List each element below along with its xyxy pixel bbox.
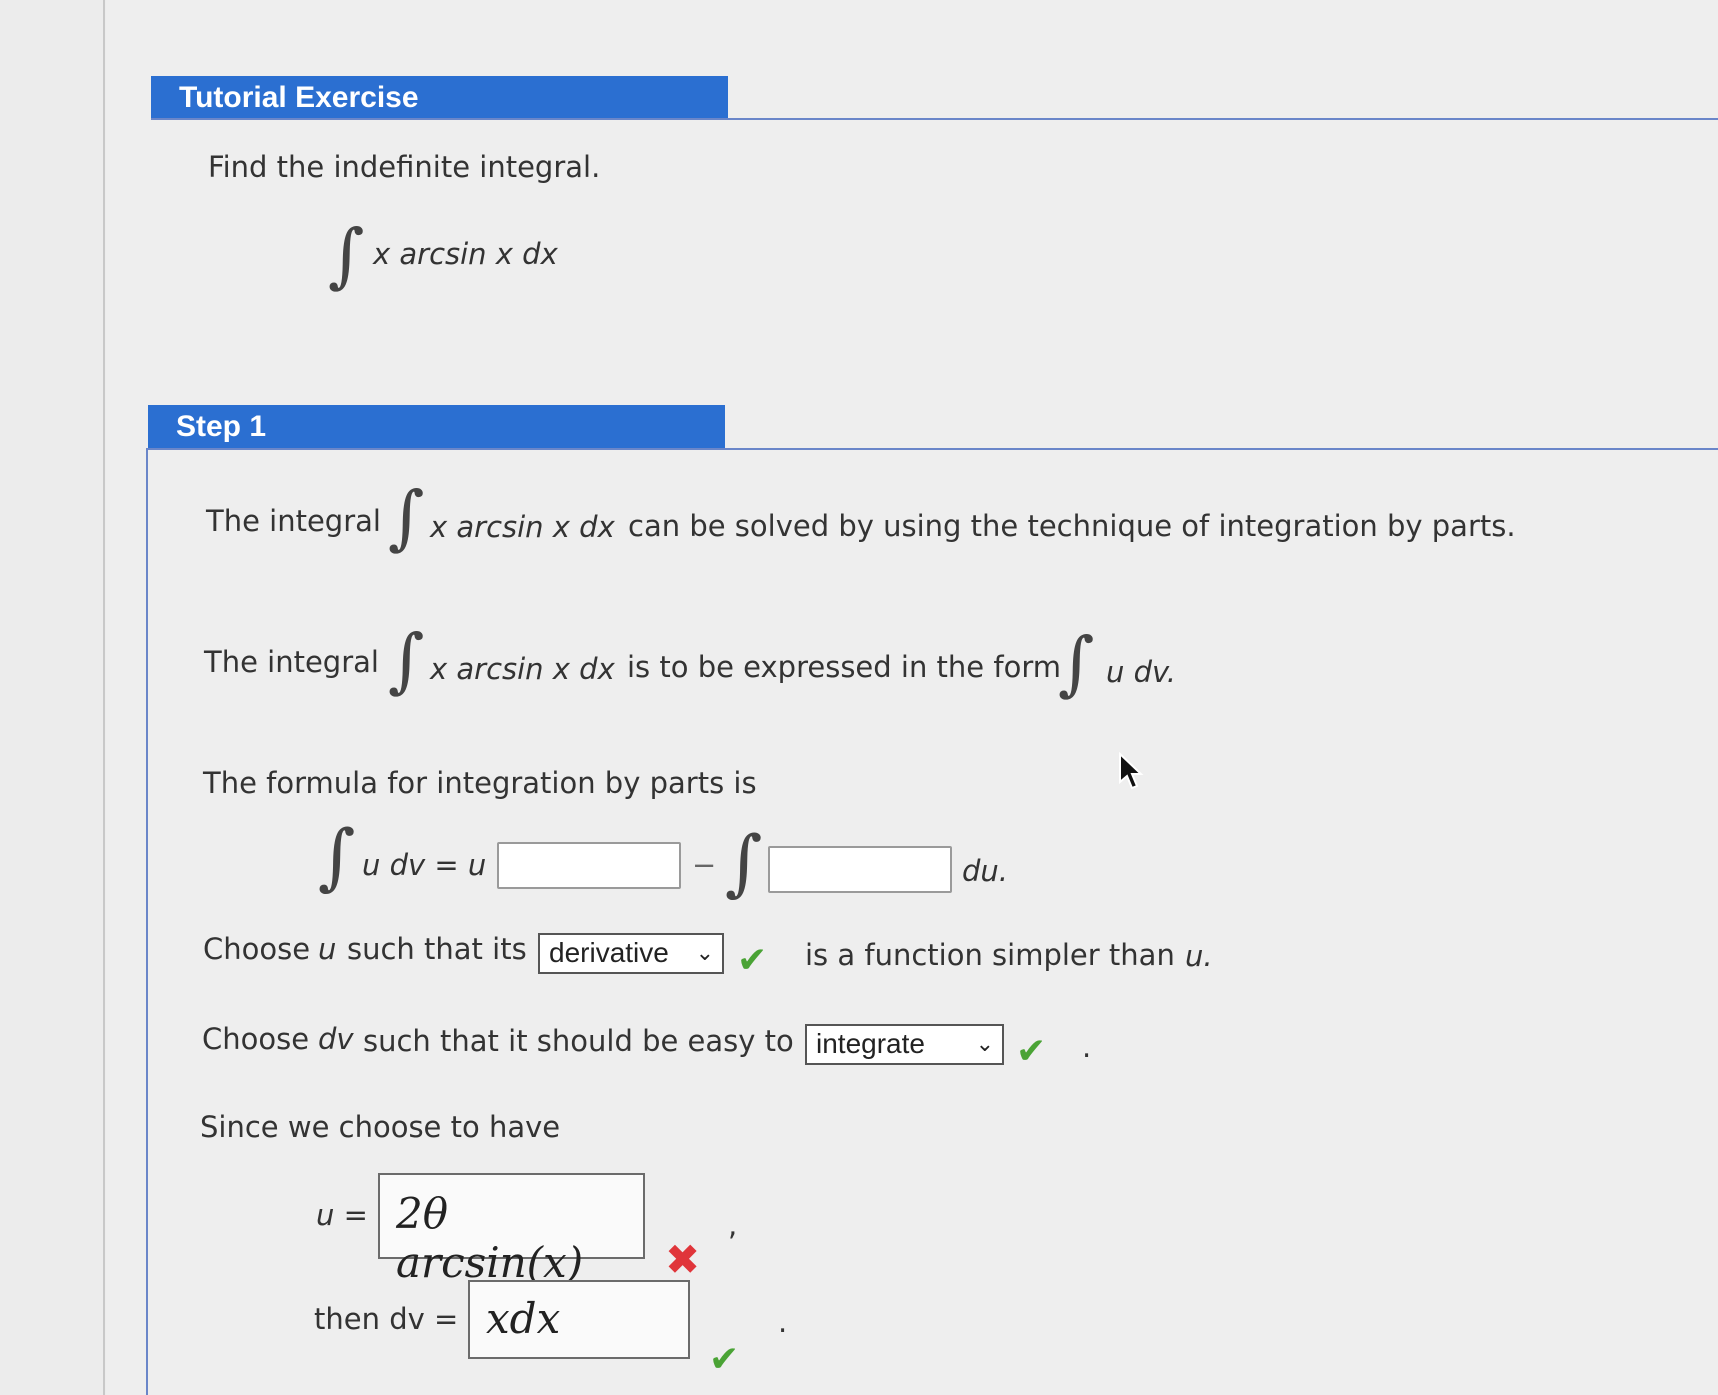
step1-header-rule [148,448,1718,450]
page [106,0,1718,1395]
choose-u-mid: such that its [347,932,527,966]
u-comma: , [728,1208,738,1242]
left-border [103,0,105,1395]
choose-dv-prefix: Choose [202,1022,310,1056]
choose-u-prefix: Choose [203,932,311,966]
choose-u-var: u [318,932,337,966]
tutorial-integrand: x arcsin x dx [373,237,558,271]
integral-sign-icon: ∫ [318,814,356,898]
line1-suffix: can be solved by using the technique of … [628,509,1516,543]
formula-blank-1-input[interactable] [497,842,681,889]
derivative-select-value: derivative [549,937,669,968]
check-icon: ✔ [737,940,768,981]
integrate-select[interactable]: integrate ⌄ [805,1024,1004,1065]
choose-u-end: u. [1185,939,1213,973]
formula-lhs: u dv = u [362,848,487,882]
line1-prefix: The integral [206,504,381,538]
integral-sign-icon: ∫ [725,820,763,904]
since-text: Since we choose to have [200,1110,561,1144]
line1-integrand: x arcsin x dx [430,510,615,544]
u-answer-field[interactable]: 2θ arcsin(x) [378,1173,645,1287]
u-label: u = [316,1198,368,1232]
step1-left-rule [146,448,148,1395]
cursor-arrow-icon [1119,752,1144,790]
choose-dv-mid: such that it should be easy to [363,1024,794,1058]
dv-period: . [778,1305,788,1339]
step1-header: Step 1 [148,405,725,449]
check-icon: ✔ [709,1339,740,1380]
tutorial-header: Tutorial Exercise [151,76,728,120]
dv-answer-field[interactable]: xdx [468,1280,690,1359]
integral-sign-icon: ∫ [388,476,425,558]
formula-blank-2-input[interactable] [768,846,952,893]
dv-label: then dv = [314,1302,459,1336]
cross-icon: ✖ [665,1235,701,1284]
tutorial-prompt: Find the indefinite integral. [208,150,601,184]
line2-mid: is to be expressed in the form [627,650,1061,684]
line2-integrand: x arcsin x dx [430,652,615,686]
derivative-select[interactable]: derivative ⌄ [538,933,724,974]
formula-du: du. [962,854,1009,888]
formula-minus: − [692,848,717,882]
chevron-down-icon: ⌄ [695,940,714,965]
chevron-down-icon: ⌄ [975,1031,994,1056]
choose-u-suffix: is a function simpler than [805,938,1175,972]
tutorial-header-rule [151,118,1718,120]
choose-dv-end: . [1082,1030,1092,1064]
integral-sign-icon: ∫ [328,214,365,296]
formula-intro: The formula for integration by parts is [203,766,757,800]
line2-form: u dv. [1106,655,1177,689]
integral-sign-icon: ∫ [1058,622,1095,704]
integrate-select-value: integrate [816,1028,925,1059]
line2-prefix: The integral [204,645,379,679]
integral-sign-icon: ∫ [388,619,425,701]
check-icon: ✔ [1016,1031,1047,1072]
choose-dv-var: dv [318,1022,354,1056]
